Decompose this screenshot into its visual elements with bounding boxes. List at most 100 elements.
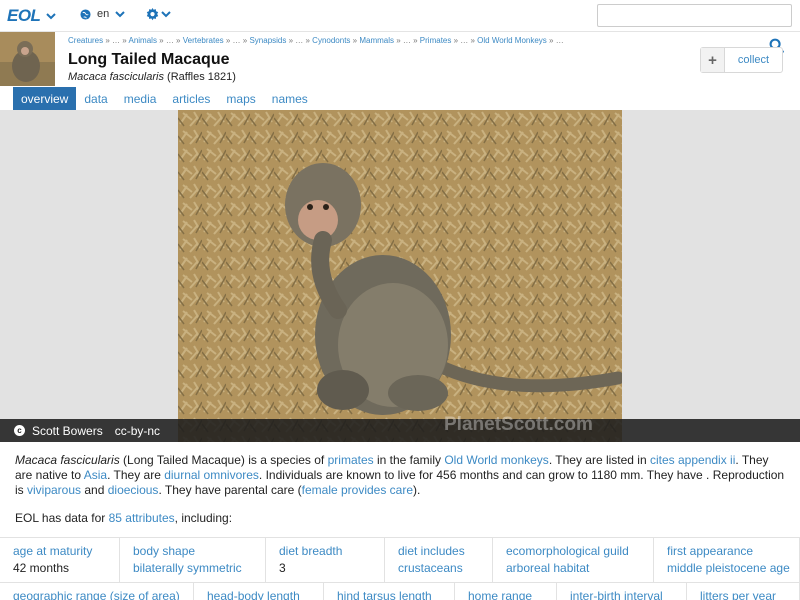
- trait-key[interactable]: hind tarsus length: [337, 589, 454, 600]
- tab-data[interactable]: data: [76, 87, 115, 110]
- traits-row: age at maturity 42 months body shape bilate…: [0, 537, 800, 582]
- description-text: . They are listed in: [548, 453, 650, 467]
- trait-cell[interactable]: geographic range (size of area): [0, 583, 194, 600]
- chevron-down-icon: [115, 10, 125, 17]
- breadcrumb: Creatures » … » Animals » … » Vertebrate…: [68, 36, 564, 45]
- trait-cell[interactable]: age at maturity 42 months: [0, 538, 120, 582]
- breadcrumb-separator: » …: [546, 36, 564, 45]
- traits-grid: age at maturity 42 months body shape bilate…: [0, 537, 800, 600]
- breadcrumb-link[interactable]: Creatures: [68, 36, 103, 45]
- tab-names[interactable]: names: [264, 87, 316, 110]
- description-text: . They have parental care (: [158, 483, 302, 497]
- trait-value[interactable]: crustaceans: [398, 561, 492, 575]
- description-text: ).: [413, 483, 421, 497]
- breadcrumb-separator: » … »: [394, 36, 420, 45]
- trait-key[interactable]: litters per year: [700, 589, 799, 600]
- trait-key[interactable]: body shape: [133, 544, 265, 558]
- description-link[interactable]: primates: [328, 453, 374, 467]
- scientific-name-binomial: Macaca fascicularis: [68, 71, 164, 83]
- tab-articles[interactable]: articles: [164, 87, 218, 110]
- description-text: in the family: [373, 453, 445, 467]
- trait-key[interactable]: geographic range (size of area): [13, 589, 193, 600]
- scientific-name-authority: (Raffles 1821): [163, 71, 236, 83]
- species-photo[interactable]: [178, 110, 622, 442]
- eol-logo: EOL: [7, 6, 41, 25]
- breadcrumb-separator: » … »: [103, 36, 129, 45]
- tab-overview[interactable]: overview: [13, 87, 77, 110]
- collect-button[interactable]: + collect: [700, 47, 783, 73]
- breadcrumb-link[interactable]: Animals: [128, 36, 156, 45]
- description-link[interactable]: cites appendix ii: [650, 453, 735, 467]
- breadcrumb-link[interactable]: Mammals: [359, 36, 394, 45]
- breadcrumb-link[interactable]: Vertebrates: [183, 36, 224, 45]
- trait-value[interactable]: bilaterally symmetric: [133, 561, 265, 575]
- description-italic: Macaca fascicularis: [15, 453, 120, 467]
- trait-cell[interactable]: head-body length: [194, 583, 324, 600]
- chevron-down-icon: [46, 12, 57, 19]
- scientific-name: Macaca fascicularis (Raffles 1821): [68, 71, 236, 83]
- media-author: Scott Bowers: [32, 423, 103, 438]
- photo-watermark: PlanetScott.com: [444, 414, 593, 435]
- breadcrumb-separator: » … »: [451, 36, 478, 45]
- search-input[interactable]: [597, 4, 792, 27]
- trait-value: 42 months: [13, 561, 70, 575]
- trait-key[interactable]: diet breadth: [279, 544, 384, 558]
- breadcrumb-link[interactable]: Synapsids: [249, 36, 286, 45]
- trait-cell[interactable]: diet breadth 3: [266, 538, 385, 582]
- media-license: cc-by-nc: [114, 423, 161, 438]
- traits-row: geographic range (size of area) head-body…: [0, 582, 800, 600]
- trait-key[interactable]: head-body length: [207, 589, 323, 600]
- description-link[interactable]: viviparous: [27, 483, 81, 497]
- description-link[interactable]: Asia: [84, 468, 107, 482]
- trait-value[interactable]: arboreal habitat: [506, 561, 653, 575]
- species-description: Macaca fascicularis (Long Tailed Macaque…: [15, 453, 785, 498]
- eol-data-summary: EOL has data for 85 attributes, includin…: [15, 511, 232, 525]
- collect-label: collect: [737, 54, 770, 66]
- description-text: and: [81, 483, 108, 497]
- page-title: Long Tailed Macaque: [68, 51, 230, 68]
- page-tabs: overview data media articles maps names: [13, 87, 316, 110]
- eol-data-prefix: EOL has data for: [15, 511, 109, 525]
- trait-cell[interactable]: ecomorphological guild arboreal habitat: [493, 538, 654, 582]
- trait-value: 3: [279, 561, 286, 575]
- trait-cell[interactable]: home range: [455, 583, 557, 600]
- trait-value[interactable]: middle pleistocene age: [667, 561, 799, 575]
- description-link[interactable]: female provides care: [302, 483, 413, 497]
- copyright-icon: c: [14, 425, 25, 436]
- chevron-down-icon: [161, 11, 171, 18]
- globe-icon: [80, 8, 91, 20]
- description-link[interactable]: dioecious: [108, 483, 159, 497]
- plus-icon: +: [701, 48, 725, 72]
- description-link[interactable]: diurnal omnivores: [164, 468, 259, 482]
- breadcrumb-separator: » … »: [286, 36, 313, 45]
- breadcrumb-separator: »: [350, 36, 360, 45]
- description-text: (Long Tailed Macaque) is a species of: [119, 453, 328, 467]
- trait-cell[interactable]: diet includes crustaceans: [385, 538, 493, 582]
- trait-key[interactable]: inter-birth interval: [570, 589, 686, 600]
- attributes-link[interactable]: 85 attributes: [109, 511, 175, 525]
- trait-key[interactable]: home range: [468, 589, 556, 600]
- trait-cell[interactable]: first appearance middle pleistocene age: [654, 538, 800, 582]
- trait-cell[interactable]: hind tarsus length: [324, 583, 455, 600]
- trait-cell[interactable]: inter-birth interval: [557, 583, 687, 600]
- language-selector[interactable]: en: [80, 8, 125, 20]
- description-text: . They are: [107, 468, 165, 482]
- trait-key[interactable]: first appearance: [667, 544, 799, 558]
- trait-cell[interactable]: litters per year: [687, 583, 800, 600]
- trait-key[interactable]: diet includes: [398, 544, 492, 558]
- breadcrumb-link[interactable]: Old World Monkeys: [477, 36, 547, 45]
- trait-key[interactable]: age at maturity: [13, 544, 119, 558]
- trait-key[interactable]: ecomorphological guild: [506, 544, 653, 558]
- top-bar: EOL en: [0, 0, 800, 32]
- eol-data-suffix: , including:: [174, 511, 233, 525]
- breadcrumb-link[interactable]: Cynodonts: [312, 36, 350, 45]
- description-link[interactable]: Old World monkeys: [444, 453, 548, 467]
- settings-menu[interactable]: [146, 8, 171, 21]
- eol-logo-menu[interactable]: EOL: [7, 6, 57, 26]
- tab-maps[interactable]: maps: [218, 87, 263, 110]
- trait-cell[interactable]: body shape bilaterally symmetric: [120, 538, 266, 582]
- breadcrumb-link[interactable]: Primates: [420, 36, 452, 45]
- species-thumbnail[interactable]: [0, 32, 55, 86]
- breadcrumb-separator: » … »: [156, 36, 183, 45]
- tab-media[interactable]: media: [116, 87, 165, 110]
